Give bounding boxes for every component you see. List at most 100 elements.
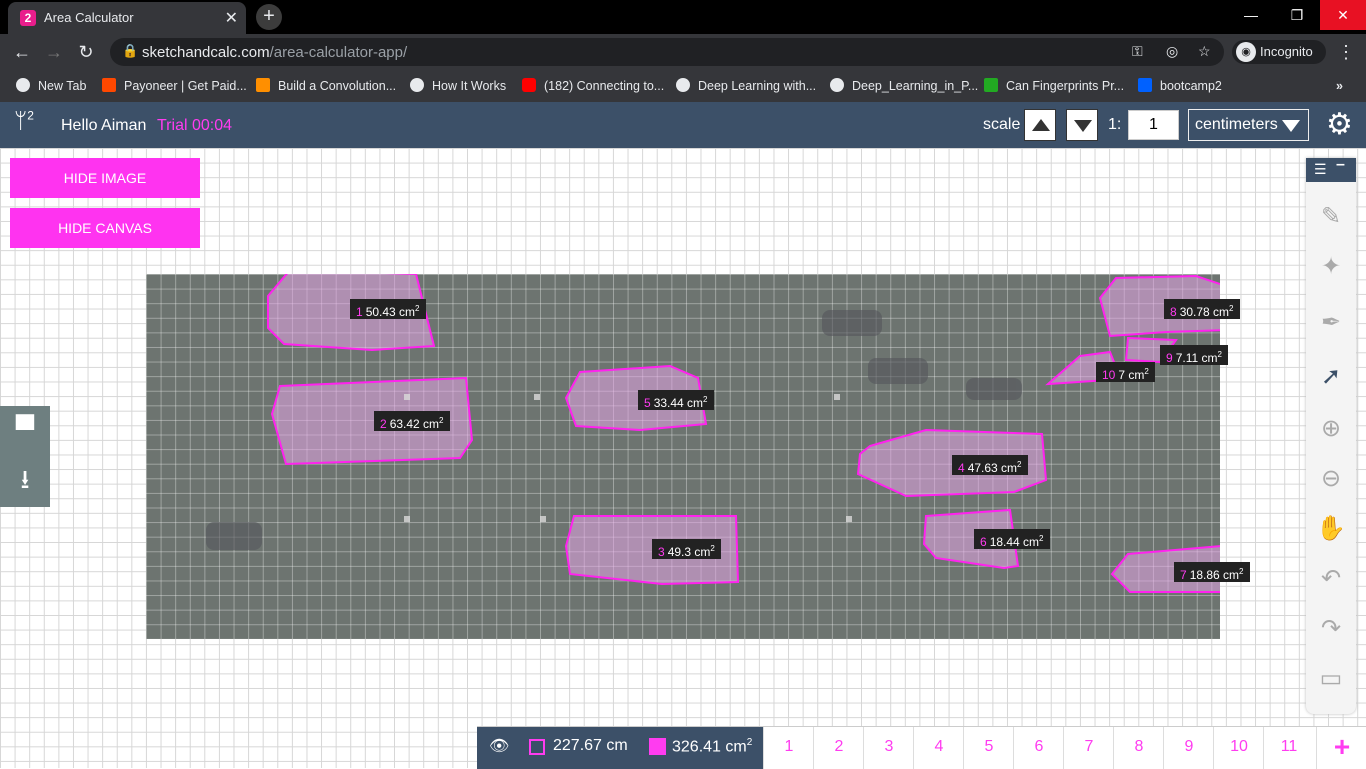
area-label[interactable]: 7 18.86 cm2 <box>1174 562 1250 582</box>
bookmark-item[interactable]: New Tab <box>16 76 86 96</box>
close-tab-icon[interactable]: ✕ <box>225 8 238 28</box>
area-label[interactable]: 4 47.63 cm2 <box>952 455 1028 475</box>
more-bookmarks-icon[interactable]: » <box>1336 76 1343 96</box>
shape-number: 5 <box>644 396 651 410</box>
minimize-icon[interactable]: — <box>1228 0 1274 30</box>
globe-icon <box>16 78 30 92</box>
lock-icon: 🔒 <box>122 43 139 58</box>
new-tab-button[interactable]: + <box>256 4 282 30</box>
bottom-bar: 👁 227.67 cm 326.41 cm2 1 2 3 4 5 6 7 8 9… <box>477 726 1366 769</box>
app-header: ᛘ2 Hello Aiman Trial 00:04 scale 1: 1 ce… <box>0 102 1366 148</box>
download-icon[interactable]: ⭳ <box>8 462 42 496</box>
unit-sup: 2 <box>1229 304 1234 313</box>
menu-dots-icon[interactable]: ⋮ <box>1336 40 1356 64</box>
shapes-layer <box>206 274 1220 593</box>
area-label[interactable]: 8 30.78 cm2 <box>1164 299 1240 319</box>
youtube-icon <box>522 78 536 92</box>
bookmark-label: Payoneer | Get Paid... <box>124 79 247 93</box>
reload-icon[interactable]: ↻ <box>74 40 98 64</box>
bookmark-label: Deep_Learning_in_P... <box>852 79 979 93</box>
eye-off-icon[interactable]: ◎ <box>1166 43 1178 60</box>
unit-value: centimeters <box>1195 116 1278 133</box>
page-tab[interactable]: 9 <box>1163 727 1214 769</box>
shape-number: 1 <box>356 305 363 319</box>
pen-icon[interactable]: ✒ <box>1314 306 1348 340</box>
key-icon[interactable]: ⚿ <box>1132 43 1143 60</box>
bookmark-item[interactable]: Build a Convolution... <box>256 76 396 96</box>
hide-canvas-button[interactable]: HIDE CANVAS <box>10 208 200 248</box>
scale-up-button[interactable] <box>1024 109 1056 141</box>
payoneer-icon <box>102 78 116 92</box>
page-tab[interactable]: 1 <box>763 727 814 769</box>
comment-icon[interactable]: ▭ <box>1314 662 1348 696</box>
restore-icon[interactable]: ❐ <box>1274 0 1320 30</box>
lane-dash <box>404 516 410 522</box>
tool-panel-header: ☰ – <box>1306 156 1356 182</box>
page-tab[interactable]: 8 <box>1113 727 1164 769</box>
bookmark-item[interactable]: (182) Connecting to... <box>522 76 664 96</box>
zoom-in-icon[interactable]: ⊕ <box>1314 412 1348 446</box>
bookmark-item[interactable]: Payoneer | Get Paid... <box>102 76 247 96</box>
comment-icon[interactable]: ▀ <box>8 412 42 446</box>
undo-icon[interactable]: ↶ <box>1314 562 1348 596</box>
bookmark-item[interactable]: How It Works <box>410 76 506 96</box>
pointer-icon[interactable]: ➚ <box>1314 360 1348 394</box>
area-value: 47.63 cm <box>967 461 1018 475</box>
bookmark-item[interactable]: Deep Learning with... <box>676 76 816 96</box>
gear-icon[interactable]: ⚙ <box>1326 110 1353 140</box>
bookmark-item[interactable]: bootcamp2 <box>1138 76 1222 96</box>
page-tab[interactable]: 6 <box>1013 727 1064 769</box>
area-label[interactable]: 5 33.44 cm2 <box>638 390 714 410</box>
motorbike <box>206 522 262 550</box>
redo-icon[interactable]: ↷ <box>1314 612 1348 646</box>
scale-down-button[interactable] <box>1066 109 1098 141</box>
shape-number: 2 <box>380 417 387 431</box>
back-icon[interactable]: ← <box>10 40 34 64</box>
page-tab[interactable]: 7 <box>1063 727 1114 769</box>
area-value: 30.78 cm <box>1179 305 1230 319</box>
lane-dash <box>534 394 540 400</box>
star-icon[interactable]: ☆ <box>1198 43 1211 60</box>
area-label[interactable]: 9 7.11 cm2 <box>1160 345 1228 365</box>
area-label[interactable]: 10 7 cm2 <box>1096 362 1155 382</box>
page-tab[interactable]: 10 <box>1213 727 1264 769</box>
area-value: 18.86 cm <box>1189 568 1240 582</box>
dropbox-icon <box>1138 78 1152 92</box>
hand-icon[interactable]: ✋ <box>1314 512 1348 546</box>
area-value: 63.42 cm <box>389 417 440 431</box>
forward-icon[interactable]: → <box>42 40 66 64</box>
area-label[interactable]: 2 63.42 cm2 <box>374 411 450 431</box>
area-label[interactable]: 1 50.43 cm2 <box>350 299 426 319</box>
page-tab[interactable]: 4 <box>913 727 964 769</box>
bookmark-item[interactable]: Can Fingerprints Pr... <box>984 76 1124 96</box>
bookmarks-bar: New Tab Payoneer | Get Paid... Build a C… <box>0 70 1366 103</box>
shape-number: 3 <box>658 545 665 559</box>
page-tab[interactable]: 2 <box>813 727 864 769</box>
bookmark-item[interactable]: Deep_Learning_in_P... <box>830 76 978 96</box>
ruler-icon[interactable]: ✎ <box>1314 200 1348 234</box>
unit-sup: 2 <box>1217 350 1222 359</box>
magic-wand-icon[interactable]: ✦ <box>1314 250 1348 284</box>
logo-icon[interactable]: ᛘ2 <box>14 108 34 134</box>
browser-tab[interactable]: 2 Area Calculator ✕ <box>8 2 246 34</box>
url-host: sketchandcalc.com <box>142 44 270 61</box>
close-window-icon[interactable]: ✕ <box>1320 0 1366 30</box>
add-page-button[interactable]: + <box>1316 727 1366 769</box>
tab-title: Area Calculator <box>44 10 134 25</box>
hamburger-icon[interactable]: ☰ <box>1314 161 1327 178</box>
area-label[interactable]: 6 18.44 cm2 <box>974 529 1050 549</box>
address-bar[interactable]: 🔒 sketchandcalc.com/area-calculator-app/… <box>110 38 1224 66</box>
eye-icon[interactable]: 👁 <box>489 736 509 756</box>
area-value: 33.44 cm <box>653 396 704 410</box>
zoom-out-icon[interactable]: ⊖ <box>1314 462 1348 496</box>
incognito-badge[interactable]: ◉ Incognito <box>1232 40 1326 64</box>
scale-input[interactable]: 1 <box>1128 110 1179 140</box>
unit-select[interactable]: centimeters <box>1188 109 1309 141</box>
page-tab[interactable]: 5 <box>963 727 1014 769</box>
page-tab[interactable]: 11 <box>1263 727 1314 769</box>
hide-image-button[interactable]: HIDE IMAGE <box>10 158 200 198</box>
unit-sup: 2 <box>1039 534 1044 543</box>
page-tab[interactable]: 3 <box>863 727 914 769</box>
area-label[interactable]: 3 49.3 cm2 <box>652 539 721 559</box>
collapse-icon[interactable]: – <box>1336 156 1345 174</box>
